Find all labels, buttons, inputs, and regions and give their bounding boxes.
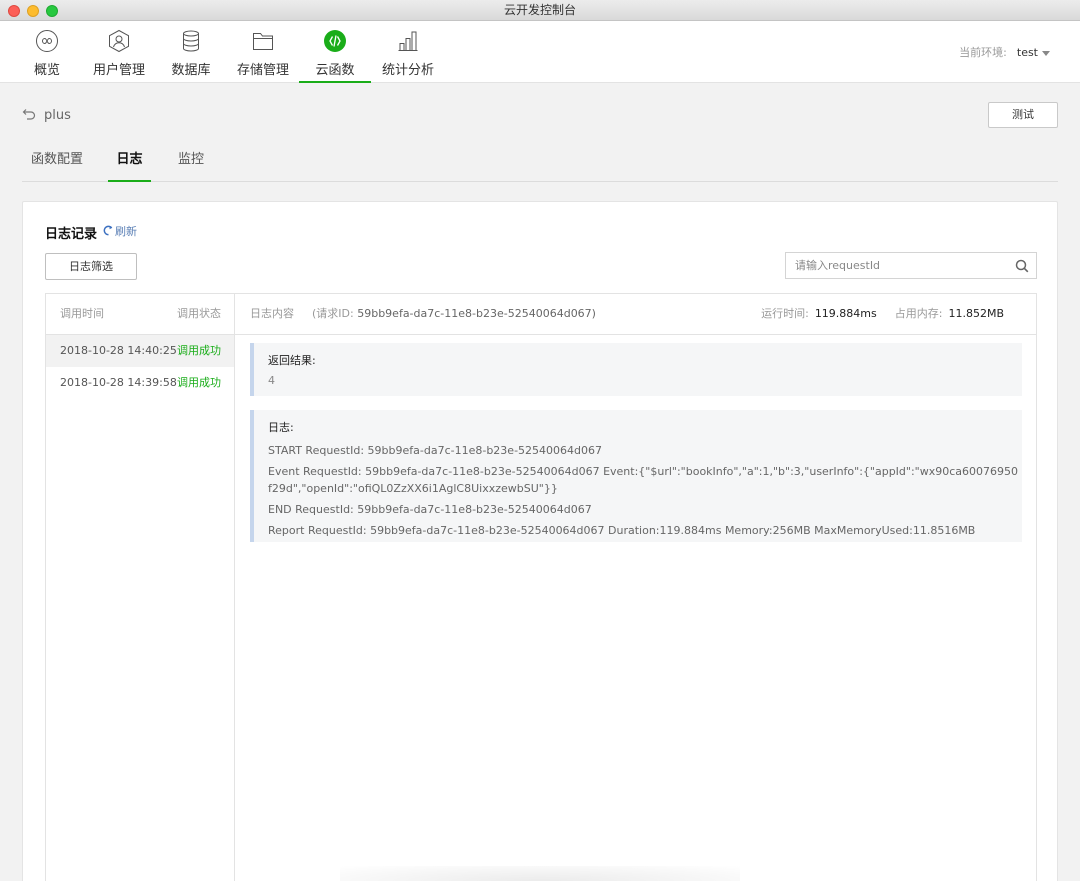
return-result-value: 4 [268,374,275,387]
refresh-icon [103,225,113,236]
return-result-title: 返回结果: [268,354,316,367]
nav-label: 数据库 [171,63,211,78]
memory-value: 11.852MB [948,307,1004,320]
search-input[interactable] [786,253,1006,278]
env-value: test [1016,46,1038,59]
column-header-time: 调用时间 [60,307,104,320]
log-content-header: 日志内容 (请求ID: 59bb9efa-da7c-11e8-b23e-52540… [250,294,596,334]
invocation-row[interactable]: 2018-10-28 14:39:58 调用成功 [46,367,234,399]
log-line: Event RequestId: 59bb9efa-da7c-11e8-b23e… [268,465,1019,495]
column-header-status: 调用状态 [177,307,221,320]
window-maximize-button[interactable] [46,5,58,17]
invocation-list: 调用时间 调用状态 2018-10-28 14:40:25 调用成功 2018-… [46,294,235,881]
nav-item-overview[interactable]: 概览 [28,21,66,83]
nav-item-cloud-functions[interactable]: 云函数 [299,21,371,83]
refresh-label: 刷新 [115,225,137,238]
nav-label: 存储管理 [236,63,289,78]
request-id-value: 59bb9efa-da7c-11e8-b23e-52540064d067) [357,307,596,320]
log-table: 调用时间 调用状态 2018-10-28 14:40:25 调用成功 2018-… [45,293,1037,881]
window-bottom-shadow [340,866,740,881]
window-minimize-button[interactable] [27,5,39,17]
function-tabs: 函数配置 日志 监控 [22,140,1058,182]
request-id-search [785,252,1037,279]
database-icon [183,30,199,52]
function-name: plus [44,108,71,123]
env-selector[interactable]: 当前环境: test [959,44,1050,60]
window-close-button[interactable] [8,5,20,17]
tab-monitor[interactable]: 监控 [178,148,204,182]
refresh-link[interactable]: 刷新 [103,223,137,239]
log-line: END RequestId: 59bb9efa-da7c-11e8-b23e-5… [268,503,592,516]
nav-label: 云函数 [315,63,355,78]
nav-item-database[interactable]: 数据库 [171,21,211,83]
memory-label: 占用内存: [894,307,943,320]
window-titlebar: 云开发控制台 [0,0,1080,21]
nav-label: 用户管理 [92,63,145,78]
nav-label: 概览 [33,63,60,78]
runtime-value: 119.884ms [814,307,877,320]
back-arrow-icon [22,109,36,120]
tab-function-config[interactable]: 函数配置 [31,148,83,182]
top-nav: 概览 用户管理 数据库 存储管理 云函数 统计分析 当前环境: test [0,21,1080,83]
nav-label: 统计分析 [381,63,434,78]
column-header-content: 日志内容 [250,307,294,320]
log-title: 日志记录 [45,227,98,242]
request-id-label: (请求ID: [312,307,354,320]
invocation-row[interactable]: 2018-10-28 14:40:25 调用成功 [46,335,234,367]
log-output-block: 日志: START RequestId: 59bb9efa-da7c-11e8-… [250,410,1022,542]
invocation-time: 2018-10-28 14:40:25 [60,344,177,357]
search-icon[interactable] [1015,259,1029,273]
return-result-block: 返回结果: 4 [250,343,1022,396]
log-line: Report RequestId: 59bb9efa-da7c-11e8-b23… [268,524,976,537]
log-line: START RequestId: 59bb9efa-da7c-11e8-b23e… [268,444,603,457]
window-title: 云开发控制台 [503,3,576,17]
tab-logs[interactable]: 日志 [108,148,151,182]
invocation-status: 调用成功 [177,376,221,389]
chevron-down-icon [1042,50,1050,56]
runtime-label: 运行时间: [761,307,809,320]
nav-item-users[interactable]: 用户管理 [92,21,146,83]
back-link[interactable]: plus [22,107,71,123]
nav-item-analytics[interactable]: 统计分析 [381,21,435,83]
log-card: 日志记录 刷新 日志筛选 调用时间 调用状态 2018-10-28 14:40:… [22,201,1058,881]
invocation-status: 调用成功 [177,344,221,357]
cloud-function-icon [324,30,346,52]
bar-chart-icon [398,31,418,51]
invocation-time: 2018-10-28 14:39:58 [60,376,177,389]
log-filter-button[interactable]: 日志筛选 [45,253,137,280]
infinity-icon [36,30,58,52]
log-output-title: 日志: [268,421,294,434]
invocation-metrics: 运行时间: 119.884ms 占用内存: 11.852MB [761,294,1004,334]
nav-item-storage[interactable]: 存储管理 [236,21,290,83]
folder-icon [253,33,273,50]
table-header-divider [46,334,1036,335]
user-icon [109,29,129,53]
test-button[interactable]: 测试 [988,102,1058,128]
env-label: 当前环境: [959,46,1007,59]
